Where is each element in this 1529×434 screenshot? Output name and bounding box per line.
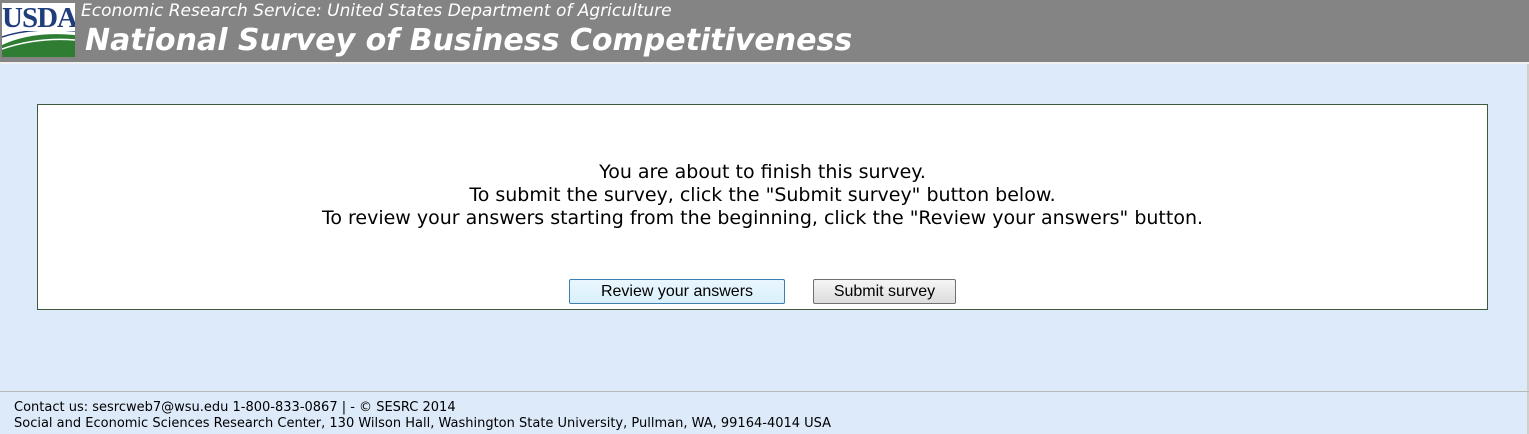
footer-contact: Contact us: sesrcweb7@wsu.edu 1-800-833-… bbox=[14, 400, 456, 415]
finish-survey-panel: You are about to finish this survey. To … bbox=[37, 104, 1488, 310]
agency-subtitle: Economic Research Service: United States… bbox=[81, 1, 672, 21]
usda-logo[interactable]: USDA bbox=[2, 3, 75, 57]
finish-message: You are about to finish this survey. To … bbox=[38, 161, 1487, 230]
usda-logo-text: USDA bbox=[2, 3, 75, 34]
submit-survey-button[interactable]: Submit survey bbox=[813, 279, 956, 304]
message-line-1: You are about to finish this survey. bbox=[599, 161, 926, 183]
footer-divider bbox=[0, 391, 1529, 392]
site-footer: Contact us: sesrcweb7@wsu.edu 1-800-833-… bbox=[14, 400, 831, 432]
footer-address: Social and Economic Sciences Research Ce… bbox=[14, 416, 832, 431]
review-answers-button[interactable]: Review your answers bbox=[569, 279, 785, 304]
message-line-3: To review your answers starting from the… bbox=[321, 207, 1204, 229]
page-title: National Survey of Business Competitiven… bbox=[85, 23, 853, 58]
usda-logo-hills-icon bbox=[2, 31, 75, 57]
message-line-2: To submit the survey, click the "Submit … bbox=[469, 184, 1056, 206]
site-header: USDA Economic Research Service: United S… bbox=[0, 0, 1529, 64]
